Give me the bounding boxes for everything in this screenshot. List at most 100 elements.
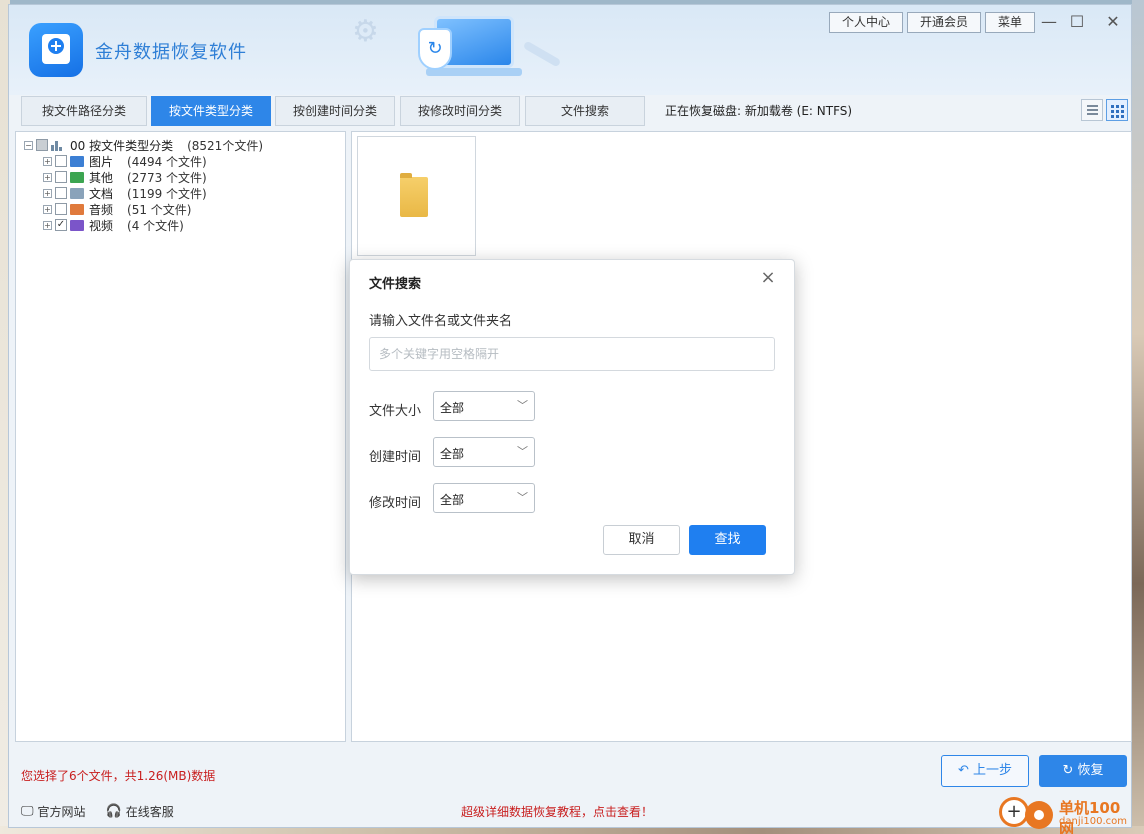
file-size-label: 文件大小 xyxy=(369,404,422,419)
modified-time-label: 修改时间 xyxy=(369,496,422,511)
expand-icon[interactable]: + xyxy=(43,172,52,182)
file-card[interactable] xyxy=(357,136,476,256)
menu-button[interactable]: 菜单 xyxy=(984,12,1035,33)
recover-label: 恢复 xyxy=(1077,763,1104,778)
file-search-dialog: 文件搜索 × 请输入文件名或文件夹名 文件大小 全部 ﹀ 创建时间 全部 ﹀ 修… xyxy=(349,259,795,575)
tree-root-label: 00 按文件类型分类 xyxy=(70,138,174,153)
chevron-down-icon: ﹀ xyxy=(517,445,528,458)
wrench-icon xyxy=(522,40,562,68)
chevron-down-icon: ﹀ xyxy=(517,399,528,412)
tree-item-count: (4494 个文件) xyxy=(127,154,207,169)
tab-by-path[interactable]: 按文件路径分类 xyxy=(21,96,147,126)
item-checkbox[interactable] xyxy=(55,155,67,167)
document-folder-icon xyxy=(70,187,84,199)
tree-item-count: (4 个文件) xyxy=(127,218,184,233)
collapse-icon[interactable]: − xyxy=(24,140,33,150)
tree-item-count: (1199 个文件) xyxy=(127,186,207,201)
file-size-value: 全部 xyxy=(440,401,465,415)
video-folder-icon xyxy=(70,219,84,231)
modified-time-select[interactable]: 全部 ﹀ xyxy=(433,483,535,513)
tab-by-modified-time[interactable]: 按修改时间分类 xyxy=(400,96,520,126)
tree-item-label: 视频 xyxy=(89,218,114,233)
modified-time-value: 全部 xyxy=(440,493,465,507)
selection-summary: 您选择了6个文件，共1.26(MB)数据 xyxy=(21,769,216,783)
expand-icon[interactable]: + xyxy=(43,188,52,198)
refresh-icon: ↻ xyxy=(1062,763,1074,778)
watermark-ring-icon xyxy=(1025,801,1053,829)
tutorial-promo-link[interactable]: 超级详细数据恢复教程，点击查看！ xyxy=(461,803,653,820)
online-service-label: 在线客服 xyxy=(125,805,174,819)
recover-button[interactable]: ↻ 恢复 xyxy=(1039,755,1127,787)
previous-step-button[interactable]: ↶ 上一步 xyxy=(941,755,1029,787)
tree-item-label: 其他 xyxy=(89,170,114,185)
tree-item-count: (2773 个文件) xyxy=(127,170,207,185)
file-size-select[interactable]: 全部 ﹀ xyxy=(433,391,535,421)
list-view-button[interactable] xyxy=(1081,99,1103,121)
search-button[interactable]: 查找 xyxy=(689,525,766,555)
tree-item-images[interactable]: + 图片 (4494 个文件) xyxy=(43,153,207,169)
bottom-bar: 您选择了6个文件，共1.26(MB)数据 🖵 官方网站 🎧 在线客服 超级详细数… xyxy=(9,745,1131,834)
expand-icon[interactable]: + xyxy=(43,220,52,230)
audio-folder-icon xyxy=(70,203,84,215)
folder-icon xyxy=(400,173,428,217)
official-site-label: 官方网站 xyxy=(37,805,86,819)
personal-center-button[interactable]: 个人中心 xyxy=(828,12,903,33)
root-checkbox[interactable] xyxy=(36,139,48,151)
online-service-link[interactable]: 🎧 在线客服 xyxy=(106,803,174,820)
grid-view-button[interactable] xyxy=(1106,99,1128,121)
dialog-title: 文件搜索 xyxy=(369,277,422,292)
chevron-down-icon: ﹀ xyxy=(517,491,528,504)
item-checkbox[interactable] xyxy=(55,171,67,183)
item-checkbox[interactable] xyxy=(55,187,67,199)
tab-by-created-time[interactable]: 按创建时间分类 xyxy=(275,96,395,126)
gear-icon: ⚙ xyxy=(352,14,379,49)
tree-item-label: 文档 xyxy=(89,186,114,201)
top-button-group: 个人中心 开通会员 菜单 xyxy=(828,12,1035,33)
headset-icon: 🎧 xyxy=(105,804,122,819)
shield-icon: ↻ xyxy=(418,28,452,70)
tree-item-video[interactable]: + ✓ 视频 (4 个文件) xyxy=(43,217,184,233)
search-input[interactable] xyxy=(369,337,775,371)
back-arrow-icon: ↶ xyxy=(957,763,969,778)
file-type-tree: − 00 按文件类型分类 (8521个文件) + 图片 (4494 个文件) +… xyxy=(15,131,346,742)
disk-info: 正在恢复磁盘: 新加载卷 (E: NTFS) xyxy=(665,104,853,118)
official-site-link[interactable]: 🖵 官方网站 xyxy=(21,803,86,820)
tab-by-type[interactable]: 按文件类型分类 xyxy=(151,96,271,126)
item-checkbox[interactable] xyxy=(55,203,67,215)
tab-file-search[interactable]: 文件搜索 xyxy=(525,96,645,126)
open-membership-button[interactable]: 开通会员 xyxy=(906,12,981,33)
close-icon[interactable]: × xyxy=(758,268,778,288)
close-window-button[interactable]: ✕ xyxy=(1103,13,1123,31)
tree-root-count: (8521个文件) xyxy=(187,138,263,153)
category-root-icon xyxy=(51,140,65,151)
app-title: 金舟数据恢复软件 xyxy=(95,42,247,63)
created-time-select[interactable]: 全部 ﹀ xyxy=(433,437,535,467)
category-tabs: 按文件路径分类 按文件类型分类 按创建时间分类 按修改时间分类 文件搜索 正在恢… xyxy=(9,96,1131,127)
minimize-button[interactable]: — xyxy=(1039,13,1059,31)
expand-icon[interactable]: + xyxy=(43,204,52,214)
monitor-icon: 🖵 xyxy=(21,804,34,819)
app-logo-icon xyxy=(29,23,83,77)
watermark-url: danji100.com xyxy=(1059,816,1127,827)
item-checkbox-checked[interactable]: ✓ xyxy=(55,219,67,231)
desktop-right-edge xyxy=(1132,0,1144,834)
tree-item-documents[interactable]: + 文档 (1199 个文件) xyxy=(43,185,207,201)
created-time-value: 全部 xyxy=(440,447,465,461)
previous-step-label: 上一步 xyxy=(973,763,1013,778)
title-bar: 金舟数据恢复软件 ⚙ ↻ 个人中心 开通会员 菜单 — ☐ ✕ xyxy=(9,5,1131,95)
other-folder-icon xyxy=(70,171,84,183)
site-watermark: + 单机100网 danji100.com xyxy=(999,795,1131,834)
tree-item-other[interactable]: + 其他 (2773 个文件) xyxy=(43,169,207,185)
maximize-button[interactable]: ☐ xyxy=(1067,13,1087,31)
expand-icon[interactable]: + xyxy=(43,156,52,166)
header-illustration: ⚙ ↻ xyxy=(352,10,574,95)
image-folder-icon xyxy=(70,155,84,167)
footer-links: 🖵 官方网站 🎧 在线客服 xyxy=(21,803,174,820)
created-time-label: 创建时间 xyxy=(369,450,422,465)
tree-item-count: (51 个文件) xyxy=(127,202,192,217)
tree-item-label: 图片 xyxy=(89,154,114,169)
tree-root[interactable]: − 00 按文件类型分类 (8521个文件) xyxy=(24,137,263,153)
tree-item-audio[interactable]: + 音频 (51 个文件) xyxy=(43,201,191,217)
cancel-button[interactable]: 取消 xyxy=(603,525,680,555)
search-prompt: 请输入文件名或文件夹名 xyxy=(369,314,513,329)
